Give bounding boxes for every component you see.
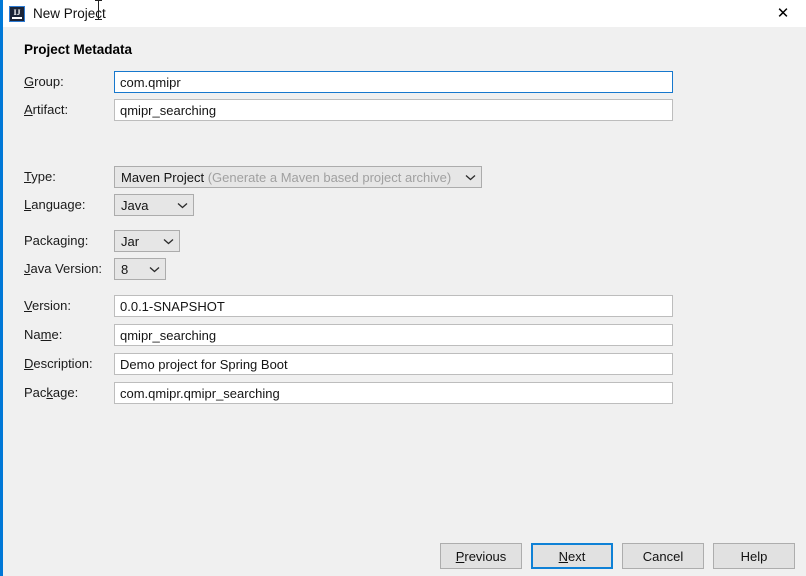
window-title: New Project — [33, 6, 106, 21]
previous-button[interactable]: Previous — [440, 543, 522, 569]
label-language-text: anguage: — [31, 197, 86, 212]
label-artifact: Artifact: — [24, 99, 68, 121]
language-dropdown[interactable]: Java — [114, 194, 194, 216]
label-description: Description: — [24, 353, 93, 375]
label-java-version: Java Version: — [24, 258, 102, 280]
label-name: Name: — [24, 324, 62, 346]
help-button[interactable]: Help — [713, 543, 795, 569]
language-dropdown-value: Java — [121, 197, 149, 213]
label-artifact-mnemonic: A — [24, 102, 33, 117]
name-input[interactable] — [114, 324, 673, 346]
intellij-idea-icon: IJ — [9, 5, 25, 22]
label-artifact-text: rtifact: — [32, 102, 69, 117]
app-icon-letters: IJ — [13, 7, 21, 17]
label-type-text: ype: — [31, 169, 56, 184]
artifact-input[interactable] — [114, 99, 673, 121]
chevron-down-icon — [463, 174, 477, 181]
java-version-dropdown[interactable]: 8 — [114, 258, 166, 280]
title-bar: IJ New Project ✕ — [3, 0, 806, 27]
label-version: Version: — [24, 295, 71, 317]
next-button-mnemonic: N — [558, 548, 569, 564]
label-packaging: Packaging: — [24, 230, 88, 252]
packaging-dropdown[interactable]: Jar — [114, 230, 180, 252]
help-button-label: Help — [740, 548, 768, 564]
label-package: Package: — [24, 382, 78, 404]
group-input[interactable] — [114, 71, 673, 93]
label-version-text: ersion: — [31, 298, 71, 313]
label-package-text: age: — [52, 385, 79, 400]
label-packaging-pre: Packa — [24, 233, 61, 248]
type-value-main: Maven Project — [121, 169, 205, 185]
label-description-text: escription: — [33, 356, 93, 371]
packaging-dropdown-value: Jar — [121, 233, 140, 249]
dialog-content: Project Metadata Group: Artifact: Type: … — [3, 27, 806, 576]
version-input[interactable] — [114, 295, 673, 317]
label-java-version-text: ava Version: — [30, 261, 103, 276]
label-description-mnemonic: D — [24, 356, 34, 371]
new-project-dialog-window: IJ New Project ✕ Project Metadata Group:… — [0, 0, 806, 576]
cancel-button[interactable]: Cancel — [622, 543, 704, 569]
label-name-text: e: — [51, 327, 63, 342]
cancel-button-label: Cancel — [642, 548, 684, 564]
previous-button-label: revious — [464, 548, 507, 564]
label-type: Type: — [24, 166, 56, 188]
label-group-mnemonic: G — [24, 74, 35, 89]
label-name-mnemonic: m — [40, 327, 52, 342]
package-input[interactable] — [114, 382, 673, 404]
app-icon-underbar — [12, 16, 22, 19]
previous-button-mnemonic: P — [455, 548, 465, 564]
label-name-pre: Na — [24, 327, 41, 342]
description-input[interactable] — [114, 353, 673, 375]
label-group-text: roup: — [34, 74, 64, 89]
next-button-label: ext — [568, 548, 586, 564]
next-button[interactable]: Next — [531, 543, 613, 569]
page-title: Project Metadata — [24, 42, 133, 57]
chevron-down-icon — [147, 266, 161, 273]
label-version-mnemonic: V — [24, 298, 32, 313]
label-package-pre: Pac — [24, 385, 47, 400]
label-group: Group: — [24, 71, 64, 93]
type-value-hint: (Generate a Maven based project archive) — [207, 169, 452, 185]
chevron-down-icon — [175, 202, 189, 209]
type-dropdown[interactable]: Maven Project (Generate a Maven based pr… — [114, 166, 482, 188]
close-glyph: ✕ — [776, 4, 790, 22]
java-version-dropdown-value: 8 — [121, 261, 129, 277]
type-dropdown-value: Maven Project (Generate a Maven based pr… — [121, 170, 459, 185]
chevron-down-icon — [161, 238, 175, 245]
label-packaging-text: ing: — [67, 233, 89, 248]
close-icon[interactable]: ✕ — [760, 0, 806, 27]
label-language: Language: — [24, 194, 85, 216]
